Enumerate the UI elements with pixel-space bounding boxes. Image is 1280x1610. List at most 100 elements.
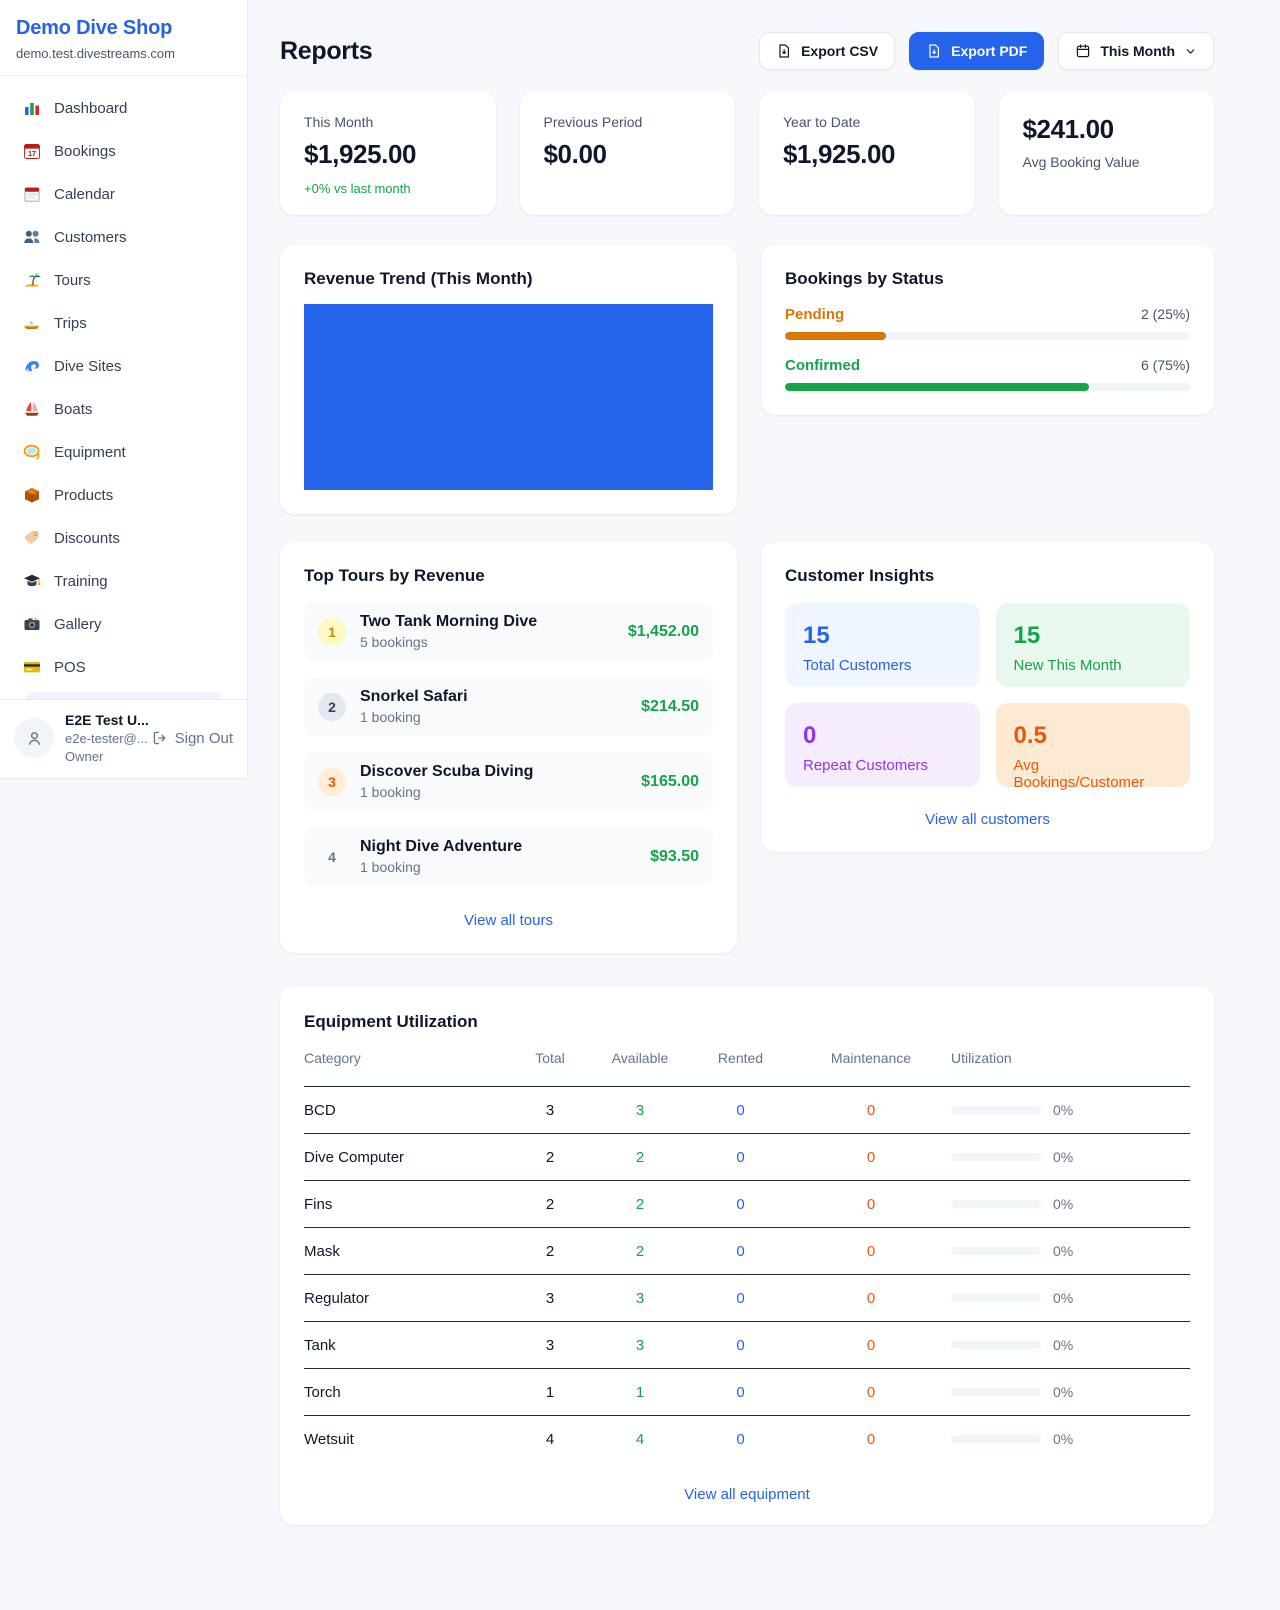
sidebar-item[interactable]: Customers (12, 219, 235, 255)
tour-item[interactable]: 3 Discover Scuba Diving 1 booking $165.0… (304, 752, 713, 811)
insight-value: 0.5 (1014, 722, 1173, 750)
insight-value: 0 (803, 722, 962, 750)
tour-bookings: 5 bookings (360, 634, 537, 650)
status-label: Pending (785, 306, 844, 323)
tag-icon (22, 528, 42, 548)
tour-rank-badge: 2 (318, 693, 346, 721)
equipment-category: Wetsuit (304, 1431, 510, 1448)
bookings-by-status-card: Bookings by Status Pending 2 (25%) Confi… (761, 245, 1214, 415)
insights-grid: 15 Total Customers 15 New This Month 0 R… (785, 603, 1190, 787)
equipment-maintenance: 0 (791, 1431, 951, 1448)
view-all-customers-link[interactable]: View all customers (785, 811, 1190, 828)
export-csv-button[interactable]: Export CSV (759, 32, 895, 70)
sign-out-button[interactable]: Sign Out (152, 730, 233, 747)
dive-mask-icon (22, 442, 42, 462)
sidebar-item[interactable]: Calendar (12, 176, 235, 212)
sign-out-label: Sign Out (175, 730, 233, 747)
sidebar-item[interactable]: Products (12, 477, 235, 513)
equipment-rented: 0 (690, 1384, 791, 1401)
sidebar-item-label: Dive Sites (54, 358, 122, 375)
equipment-available: 1 (590, 1384, 690, 1401)
user-name: E2E Test U... (65, 712, 141, 728)
sidebar-item[interactable]: POS (12, 649, 235, 685)
view-all-equipment-link[interactable]: View all equipment (304, 1486, 1190, 1503)
tour-name: Night Dive Adventure (360, 838, 522, 856)
sidebar-item-label: Boats (54, 401, 92, 418)
status-bar-track (785, 332, 1190, 340)
insight-label: Avg Bookings/Customer (1014, 757, 1173, 791)
equipment-maintenance: 0 (791, 1149, 951, 1166)
sidebar-item[interactable]: Discounts (12, 520, 235, 556)
tour-name: Discover Scuba Diving (360, 763, 533, 781)
sidebar-item[interactable]: Gallery (12, 606, 235, 642)
equipment-table-row: Dive Computer 2 2 0 0 0% (304, 1133, 1190, 1180)
equipment-category: Fins (304, 1196, 510, 1213)
island-icon (22, 270, 42, 290)
calendar-icon (22, 184, 42, 204)
period-dropdown[interactable]: This Month (1058, 32, 1214, 70)
stat-value: $0.00 (544, 139, 712, 170)
equipment-table-row: Torch 1 1 0 0 0% (304, 1368, 1190, 1415)
tour-item[interactable]: 4 Night Dive Adventure 1 booking $93.50 (304, 827, 713, 886)
status-bar-fill (785, 332, 886, 340)
sidebar-item[interactable]: Dashboard (12, 90, 235, 126)
bookings-calendar-icon: 17 (22, 141, 42, 161)
sidebar-item[interactable]: Trips (12, 305, 235, 341)
status-label: Confirmed (785, 357, 860, 374)
status-row: Pending 2 (25%) (785, 306, 1190, 340)
status-bar-fill (785, 383, 1089, 391)
main-content: Reports Export CSV Export PDF This Month… (280, 32, 1214, 1525)
view-all-tours-link[interactable]: View all tours (304, 912, 713, 929)
sidebar-item-label: Trips (54, 315, 87, 332)
status-count: 6 (75%) (1141, 357, 1190, 373)
equipment-available: 2 (590, 1149, 690, 1166)
export-pdf-button[interactable]: Export PDF (909, 32, 1044, 70)
utilization-percent: 0% (1053, 1337, 1073, 1353)
top-tours-card: Top Tours by Revenue 1 Two Tank Morning … (280, 542, 737, 953)
grad-cap-icon (22, 571, 42, 591)
equipment-total: 3 (510, 1102, 590, 1119)
tour-revenue: $165.00 (641, 773, 699, 791)
sidebar-item[interactable]: Training (12, 563, 235, 599)
equipment-maintenance: 0 (791, 1243, 951, 1260)
brand-name: Demo Dive Shop (16, 17, 231, 40)
equipment-maintenance: 0 (791, 1290, 951, 1307)
equipment-table-row: Mask 2 2 0 0 0% (304, 1227, 1190, 1274)
sidebar-item-label: Discounts (54, 530, 120, 547)
insight-box: 0 Repeat Customers (785, 703, 980, 787)
sidebar-item[interactable]: Equipment (12, 434, 235, 470)
customer-insights-title: Customer Insights (785, 566, 1190, 586)
tour-item[interactable]: 1 Two Tank Morning Dive 5 bookings $1,45… (304, 602, 713, 661)
user-meta: E2E Test U... e2e-tester@... Owner (65, 712, 141, 764)
sidebar: Demo Dive Shop demo.test.divestreams.com… (0, 0, 248, 779)
equipment-total: 3 (510, 1290, 590, 1307)
utilization-bar-track (951, 1435, 1041, 1443)
sidebar-item-label: Products (54, 487, 113, 504)
bar-chart-icon (22, 98, 42, 118)
charts-row: Revenue Trend (This Month) Bookings by S… (280, 245, 1214, 514)
sidebar-item[interactable]: Dive Sites (12, 348, 235, 384)
equipment-table-row: Fins 2 2 0 0 0% (304, 1180, 1190, 1227)
utilization-bar-track (951, 1294, 1041, 1302)
sidebar-item-label: Training (54, 573, 108, 590)
equipment-maintenance: 0 (791, 1196, 951, 1213)
sidebar-item[interactable]: Boats (12, 391, 235, 427)
equipment-available: 4 (590, 1431, 690, 1448)
equipment-maintenance: 0 (791, 1102, 951, 1119)
sidebar-nav: Dashboard 17 Bookings Calendar Customers… (0, 76, 247, 704)
logout-icon (152, 730, 168, 746)
tour-item[interactable]: 2 Snorkel Safari 1 booking $214.50 (304, 677, 713, 736)
utilization-percent: 0% (1053, 1431, 1073, 1447)
wave-icon (22, 356, 42, 376)
bottom-row: Top Tours by Revenue 1 Two Tank Morning … (280, 542, 1214, 953)
revenue-trend-title: Revenue Trend (This Month) (304, 269, 713, 289)
tour-bookings: 1 booking (360, 859, 522, 875)
sidebar-item[interactable]: Tours (12, 262, 235, 298)
chevron-down-icon (1184, 45, 1197, 58)
equipment-utilization-title: Equipment Utilization (304, 1012, 1190, 1032)
equipment-total: 2 (510, 1149, 590, 1166)
tour-bookings: 1 booking (360, 709, 468, 725)
sidebar-item[interactable]: 17 Bookings (12, 133, 235, 169)
equipment-table-row: Tank 3 3 0 0 0% (304, 1321, 1190, 1368)
equipment-maintenance: 0 (791, 1337, 951, 1354)
